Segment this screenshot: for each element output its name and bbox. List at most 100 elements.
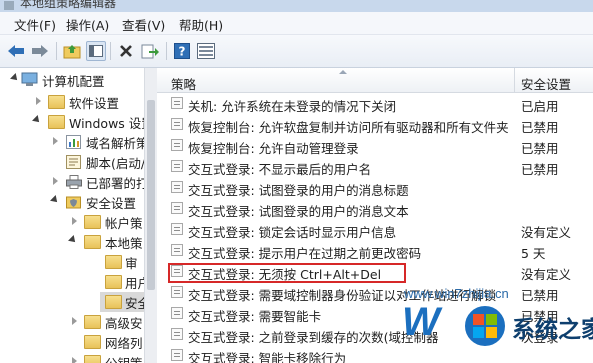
menu-action[interactable]: 操作(A) <box>66 15 109 34</box>
list-row[interactable]: 交互式登录: 不显示最后的用户名 已禁用 <box>157 156 593 177</box>
forward-arrow-icon[interactable] <box>30 41 50 61</box>
policy-name: 恢复控制台: 允许自动管理登录 <box>188 141 359 156</box>
window-title: 本地组策略编辑器 <box>20 0 117 10</box>
list-row[interactable]: 恢复控制台: 允许自动管理登录 已禁用 <box>157 135 593 156</box>
tree-item-security-settings[interactable]: 安全设置 <box>0 192 148 212</box>
folder-icon <box>84 355 101 363</box>
column-header-policy[interactable]: 策略 <box>171 74 196 93</box>
tree-item-name-resolution[interactable]: 域名解析策 <box>0 132 148 152</box>
policy-name: 恢复控制台: 允许软盘复制并访问所有驱动器和所有文件夹 <box>188 120 509 135</box>
chevron-right-icon[interactable] <box>53 137 58 145</box>
policy-setting: 已禁用 <box>521 141 559 156</box>
tree-item-local-policy[interactable]: 本地策 <box>0 232 148 252</box>
list-row[interactable]: 交互式登录: 试图登录的用户的消息标题 <box>157 177 593 198</box>
show-tree-icon[interactable] <box>86 41 106 61</box>
tree-label: 公钥策 <box>105 353 143 363</box>
printer-icon <box>66 175 82 189</box>
tree-label: 网络列 <box>105 336 143 351</box>
tree-item-security-options[interactable]: 安全 <box>100 292 148 312</box>
policy-icon <box>171 286 183 298</box>
chevron-right-icon[interactable] <box>72 357 77 363</box>
windows-logo-icon <box>463 304 507 348</box>
watermark-logo-text: 系统之家 <box>512 316 593 342</box>
watermark-logo-letter: W <box>402 300 440 344</box>
policy-icon <box>171 202 183 214</box>
tree-item-public-key[interactable]: 公钥策 <box>0 352 148 363</box>
tree-item-deployed-printers[interactable]: 已部署的打 <box>0 172 148 192</box>
policy-name: 交互式登录: 提示用户在过期之前更改密码 <box>188 246 422 261</box>
policy-name: 交互式登录: 锁定会话时显示用户信息 <box>188 225 397 240</box>
policy-setting: 5 天 <box>521 246 546 261</box>
scrollbar-thumb[interactable] <box>147 100 155 290</box>
menu-bar: 文件(F) 操作(A) 查看(V) 帮助(H) <box>0 12 593 35</box>
policy-setting: 没有定义 <box>521 225 572 240</box>
tree-item-account-policy[interactable]: 帐户策 <box>0 212 148 232</box>
policy-icon <box>171 97 183 109</box>
policy-icon <box>171 307 183 319</box>
chevron-right-icon[interactable] <box>53 177 58 185</box>
chevron-down-icon[interactable] <box>32 115 42 125</box>
chevron-right-icon[interactable] <box>72 317 77 325</box>
menu-view[interactable]: 查看(V) <box>122 15 165 34</box>
policy-icon <box>171 349 183 361</box>
list-row[interactable]: 交互式登录: 需要域控制器身份验证以对工作站进行解锁 已禁用 <box>157 282 593 303</box>
folder-icon <box>48 95 65 109</box>
sort-ascending-icon <box>339 70 347 74</box>
tree-label: 帐户策 <box>105 216 143 231</box>
folder-icon <box>105 255 122 269</box>
up-folder-icon[interactable] <box>62 41 82 61</box>
help-icon[interactable]: ? <box>172 41 192 61</box>
chevron-right-icon[interactable] <box>72 217 77 225</box>
list-row[interactable]: 恢复控制台: 允许软盘复制并访问所有驱动器和所有文件夹 已禁用 <box>157 114 593 135</box>
view-icon[interactable] <box>196 41 216 61</box>
chevron-down-icon[interactable] <box>50 195 60 205</box>
list-row[interactable]: 交互式登录: 智能卡移除行为 <box>157 345 593 363</box>
app-icon <box>4 1 14 10</box>
policy-icon <box>171 118 183 130</box>
policy-tree: 计算机配置 软件设置 Windows 设置 域名解析策 脚本(启动/ 已部署的打… <box>0 68 149 363</box>
highlight-annotation <box>168 263 406 283</box>
policy-setting: 已禁用 <box>521 120 559 135</box>
tree-label: 已部署的打 <box>86 176 149 191</box>
tree-label: 审 <box>125 256 138 271</box>
tree-label: 计算机配置 <box>42 74 105 89</box>
tree-label: 软件设置 <box>69 96 120 111</box>
tree-item-windows-settings[interactable]: Windows 设置 <box>0 112 148 132</box>
policy-name: 交互式登录: 之前登录到缓存的次数(域控制器 <box>188 330 439 345</box>
tree-scrollbar[interactable] <box>144 68 157 363</box>
chevron-down-icon[interactable] <box>68 235 78 245</box>
folder-icon <box>48 115 65 129</box>
policy-setting: 没有定义 <box>521 267 572 282</box>
list-row[interactable]: 交互式登录: 提示用户在过期之前更改密码 5 天 <box>157 240 593 261</box>
list-row[interactable]: 交互式登录: 试图登录的用户的消息文本 <box>157 198 593 219</box>
tree-item-advanced-security[interactable]: 高级安 <box>0 312 148 332</box>
list-row[interactable]: 交互式登录: 锁定会话时显示用户信息 没有定义 <box>157 219 593 240</box>
tree-item-scripts[interactable]: 脚本(启动/ <box>0 152 148 172</box>
policy-icon <box>171 328 183 340</box>
list-header: 策略 安全设置 <box>157 68 593 93</box>
svg-text:?: ? <box>179 45 186 59</box>
policy-icon <box>171 139 183 151</box>
chevron-down-icon[interactable] <box>10 73 20 83</box>
policy-icon <box>171 160 183 172</box>
column-header-setting[interactable]: 安全设置 <box>521 74 571 93</box>
delete-icon[interactable] <box>116 41 136 61</box>
tree-label: 域名解析策 <box>86 136 149 151</box>
chart-icon <box>66 135 81 149</box>
tree-item-software-settings[interactable]: 软件设置 <box>0 92 148 112</box>
tree-label: 安全设置 <box>86 196 137 211</box>
tree-item-network-list[interactable]: 网络列 <box>0 332 148 352</box>
folder-icon <box>105 295 122 309</box>
script-icon <box>66 155 81 169</box>
menu-file[interactable]: 文件(F) <box>14 15 56 34</box>
tree-item-computer-config[interactable]: 计算机配置 <box>0 70 148 90</box>
export-icon[interactable] <box>140 41 160 61</box>
tree-label: 本地策 <box>105 236 143 251</box>
policy-setting: 已启用 <box>521 99 559 114</box>
chevron-right-icon[interactable] <box>36 97 41 105</box>
list-row[interactable]: 关机: 允许系统在未登录的情况下关闭 已启用 <box>157 93 593 114</box>
back-arrow-icon[interactable] <box>6 41 26 61</box>
tree-item-audit-policy[interactable]: 审 <box>0 252 148 272</box>
tree-item-user-rights[interactable]: 用户 <box>0 272 148 292</box>
menu-help[interactable]: 帮助(H) <box>179 15 223 34</box>
